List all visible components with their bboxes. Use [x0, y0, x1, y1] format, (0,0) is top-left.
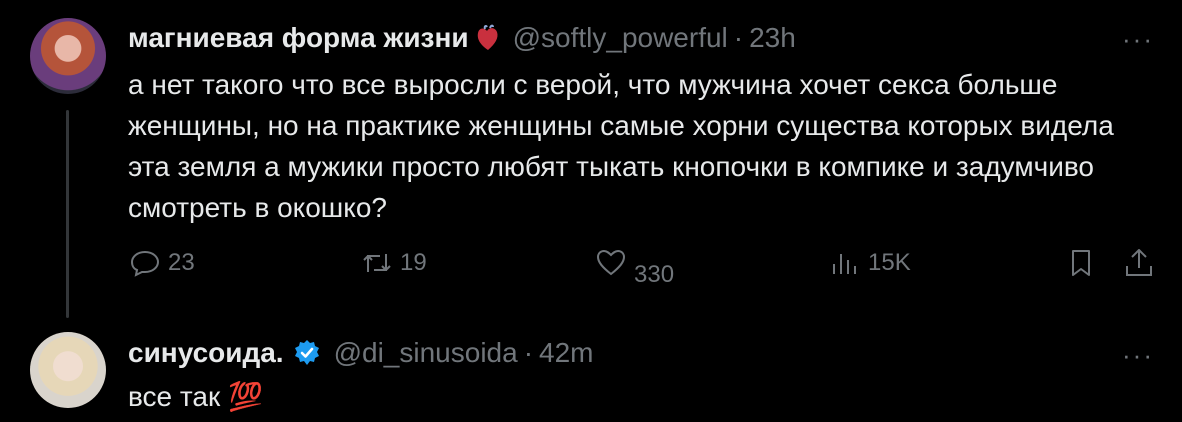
reply-icon: [130, 250, 160, 277]
avatar[interactable]: [30, 18, 106, 94]
views-button[interactable]: 15K: [828, 246, 911, 280]
handle[interactable]: @softly_powerful: [513, 22, 728, 54]
timestamp[interactable]: 23h: [749, 22, 796, 54]
anatomical-heart-icon: [477, 24, 498, 50]
tweet-text: а нет такого что все выросли с верой, чт…: [128, 69, 1114, 223]
reply-button[interactable]: 23: [128, 246, 195, 280]
repost-icon: [363, 254, 391, 272]
share-icon: [1126, 249, 1152, 276]
like-button[interactable]: 330: [594, 246, 674, 288]
repost-count: 19: [400, 249, 427, 276]
separator: ·: [523, 337, 534, 368]
like-count: 330: [634, 261, 675, 288]
views-count: 15K: [868, 249, 911, 276]
separator: ·: [733, 22, 744, 53]
views-icon: [833, 254, 856, 274]
more-options-icon[interactable]: ···: [1122, 24, 1154, 55]
share-button[interactable]: [1122, 246, 1156, 280]
thread-line: [66, 110, 69, 318]
avatar[interactable]: [30, 332, 106, 408]
verified-badge-icon: [294, 340, 319, 365]
repost-button[interactable]: 19: [360, 246, 427, 280]
tweet-header: синусоида. @di_sinusoida · 42m: [128, 337, 593, 369]
reply-count: 23: [168, 249, 195, 276]
tweet-header: магниевая форма жизни @softly_powerful ·…: [128, 22, 796, 54]
action-bar: 23 19 330 15K: [128, 246, 1158, 288]
handle[interactable]: @di_sinusoida: [334, 337, 518, 369]
bookmark-button[interactable]: [1064, 246, 1098, 280]
more-options-icon[interactable]: ···: [1122, 340, 1154, 371]
heart-icon: [596, 249, 626, 276]
timestamp[interactable]: 42m: [539, 337, 593, 369]
tweet-text: все так 💯: [128, 381, 263, 412]
display-name[interactable]: магниевая форма жизни: [128, 22, 469, 54]
display-name[interactable]: синусоида.: [128, 337, 284, 369]
bookmark-icon: [1072, 250, 1090, 276]
